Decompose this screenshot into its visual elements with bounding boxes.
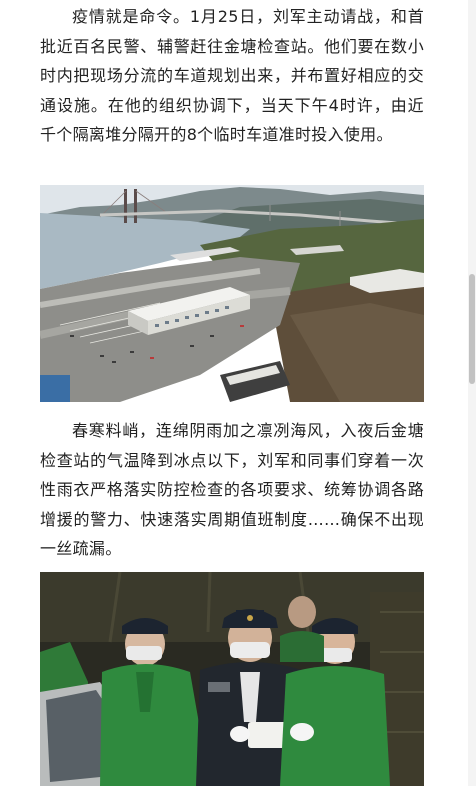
night-inspection-photo [40, 572, 424, 786]
article-paragraph-1: 疫情就是命令。1月25日，刘军主动请战，和首批近百名民警、辅警赶往金塘检查站。他… [40, 7, 424, 144]
scrollbar-thumb[interactable] [469, 274, 475, 384]
article-paragraph-2: 春寒料峭，连绵阴雨加之凛冽海风，入夜后金塘检查站的气温降到冰点以下，刘军和同事们… [40, 421, 424, 558]
scrollbar-track[interactable] [468, 0, 476, 786]
aerial-checkpoint-photo [40, 185, 424, 402]
